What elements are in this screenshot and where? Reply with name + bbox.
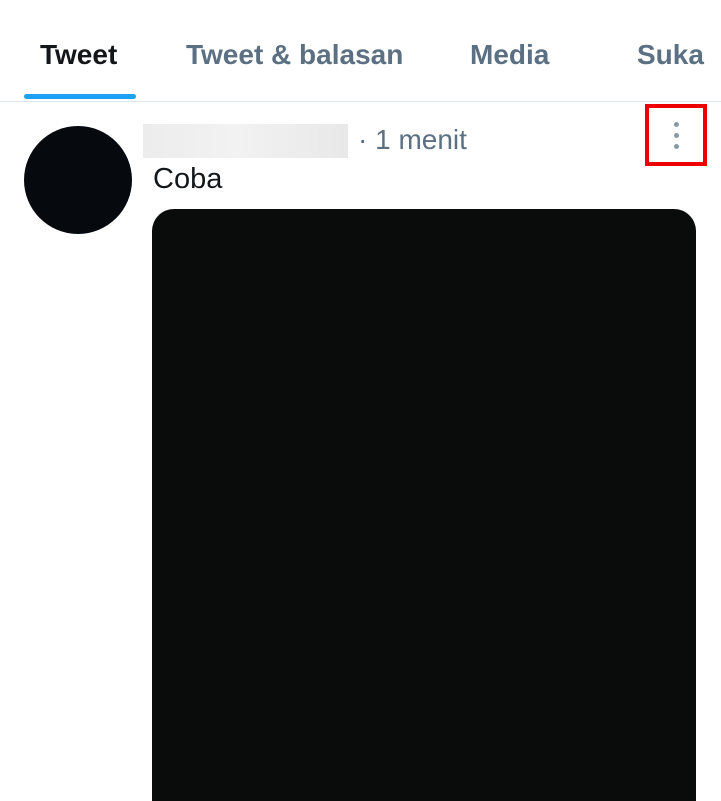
profile-timeline: Tweet Tweet & balasan Media Suka · 1 men… <box>0 0 721 801</box>
tweet-item[interactable]: · 1 menit Coba <box>0 102 721 801</box>
tweet-timestamp: · 1 menit <box>358 124 467 155</box>
tab-media[interactable]: Media <box>470 38 549 72</box>
tab-tweets-and-replies[interactable]: Tweet & balasan <box>186 38 403 72</box>
redacted-username[interactable] <box>143 124 348 158</box>
more-vertical-icon <box>674 122 679 152</box>
active-tab-indicator <box>24 94 136 99</box>
tweet-text: Coba <box>153 163 223 195</box>
profile-tabs: Tweet Tweet & balasan Media Suka <box>0 0 721 102</box>
tab-likes[interactable]: Suka <box>637 38 704 72</box>
tweet-media-image[interactable] <box>152 209 696 801</box>
more-options-button[interactable] <box>645 104 707 166</box>
avatar[interactable] <box>24 126 132 234</box>
tab-tweets[interactable]: Tweet <box>40 38 117 72</box>
